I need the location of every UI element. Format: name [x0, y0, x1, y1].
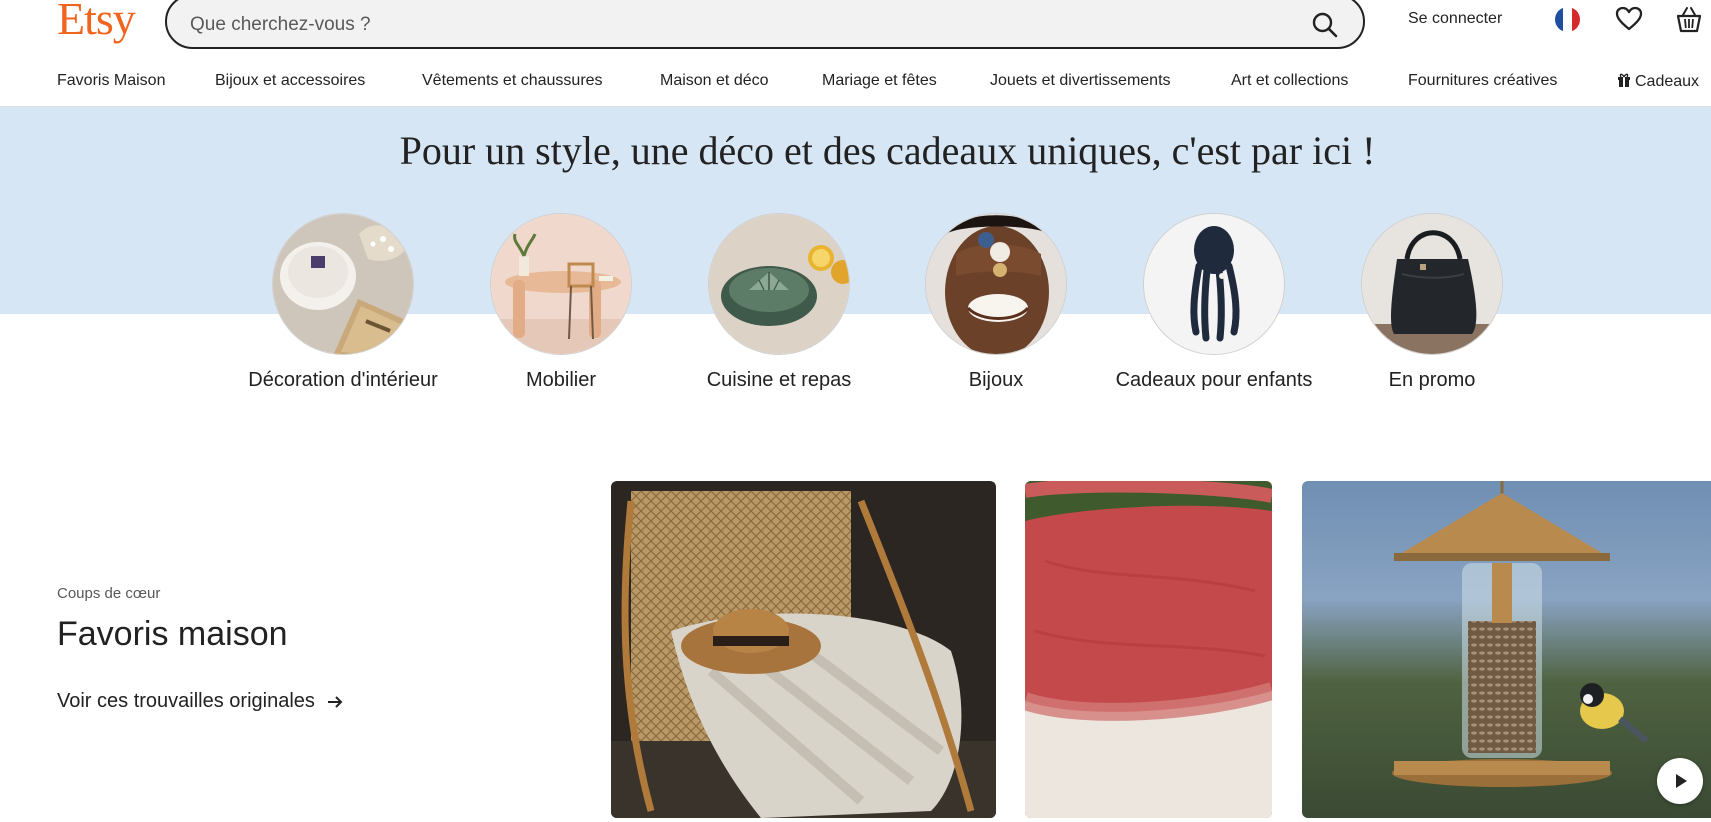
basket-icon[interactable]	[1674, 5, 1704, 35]
arrow-right-icon	[327, 695, 343, 708]
etsy-logo[interactable]: Etsy	[57, 0, 136, 48]
nav-item-mariage[interactable]: Mariage et fêtes	[822, 72, 937, 90]
nav-item-art[interactable]: Art et collections	[1231, 72, 1348, 90]
gift-icon	[1618, 73, 1630, 87]
category-bijoux[interactable]: Bijoux	[896, 213, 1096, 393]
category-label: Bijoux	[968, 369, 1024, 391]
search-input[interactable]	[190, 13, 1295, 36]
heart-icon[interactable]	[1615, 6, 1643, 32]
france-flag-icon[interactable]	[1555, 7, 1580, 32]
signin-link[interactable]: Se connecter	[1408, 10, 1502, 28]
bijoux-image	[925, 213, 1067, 355]
category-nav: Favoris Maison Bijoux et accessoires Vêt…	[0, 60, 1711, 107]
featured-title: Favoris maison	[57, 615, 288, 653]
play-icon	[1676, 774, 1687, 788]
category-decoration[interactable]: Décoration d'intérieur	[243, 213, 443, 393]
featured-photo-chair[interactable]	[611, 481, 996, 818]
site-header: Etsy Se connecter	[0, 0, 1711, 50]
search-button[interactable]	[1295, 3, 1355, 47]
nav-item-jouets[interactable]: Jouets et divertissements	[990, 72, 1171, 90]
category-label: Cadeaux pour enfants	[1115, 369, 1313, 391]
nav-item-cadeaux-label: Cadeaux	[1635, 73, 1700, 90]
nav-item-fournitures[interactable]: Fournitures créatives	[1408, 72, 1557, 90]
promo-image	[1361, 213, 1503, 355]
nav-item-vetements[interactable]: Vêtements et chaussures	[422, 72, 603, 90]
category-label: Décoration d'intérieur	[248, 369, 438, 391]
enfants-image	[1143, 213, 1285, 355]
category-label: En promo	[1388, 369, 1476, 391]
decoration-image	[272, 213, 414, 355]
featured-photo-bird-feeder[interactable]	[1302, 481, 1711, 818]
nav-item-cadeaux[interactable]: Cadeaux	[1617, 72, 1699, 91]
hero-title: Pour un style, une déco et des cadeaux u…	[399, 128, 1376, 173]
category-cuisine[interactable]: Cuisine et repas	[679, 213, 879, 393]
nav-item-bijoux[interactable]: Bijoux et accessoires	[215, 72, 365, 90]
category-en-promo[interactable]: En promo	[1332, 213, 1532, 393]
featured-link-label: Voir ces trouvailles originales	[57, 690, 315, 712]
nav-item-maison-deco[interactable]: Maison et déco	[660, 72, 769, 90]
nav-item-favoris-maison[interactable]: Favoris Maison	[57, 72, 165, 90]
category-enfants[interactable]: Cadeaux pour enfants	[1114, 213, 1314, 393]
category-label: Cuisine et repas	[706, 369, 852, 391]
search-bar	[165, 0, 1365, 49]
play-button[interactable]	[1657, 758, 1703, 804]
cuisine-image	[708, 213, 850, 355]
mobilier-image	[490, 213, 632, 355]
category-label: Mobilier	[525, 369, 597, 391]
featured-photo-cushion[interactable]	[1025, 481, 1272, 818]
featured-eyebrow: Coups de cœur	[57, 585, 161, 602]
featured-link[interactable]: Voir ces trouvailles originales	[57, 690, 343, 713]
search-icon	[1312, 12, 1338, 37]
category-mobilier[interactable]: Mobilier	[461, 213, 661, 393]
